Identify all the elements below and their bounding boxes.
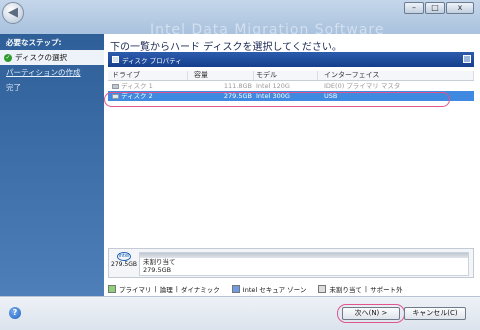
legend-dynamic: ダイナミック	[180, 286, 220, 294]
instruction-text: 下の一覧からハード ディスクを選択してください。	[110, 42, 342, 53]
table-row[interactable]: ディスク 1 111.8GB Intel 120G IDE(0) プライマリ マ…	[108, 81, 474, 91]
partition-map: intel 279.5GB 未割り当て 279.5GB	[108, 248, 474, 278]
disk-properties-header[interactable]: ディスク プロパティ	[108, 52, 474, 67]
next-button[interactable]: 次へ(N) >	[342, 307, 400, 320]
legend-separator: |	[154, 285, 157, 293]
steps-sidebar: 必要なステップ: ✓ ディスクの選択 パーティションの作成 完了	[0, 34, 104, 296]
intel-disk-icon: intel	[117, 252, 131, 261]
main-content: 下の一覧からハード ディスクを選択してください。 ディスク プロパティ ドライブ…	[104, 34, 480, 296]
maximize-button[interactable]: □	[425, 2, 445, 14]
unallocated-swatch-icon	[318, 285, 327, 293]
legend-unallocated: 未割り当て	[329, 286, 362, 294]
partition-size: 279.5GB	[143, 266, 172, 274]
panel-title: ディスク プロパティ	[122, 56, 182, 65]
column-drive[interactable]: ドライブ	[108, 71, 188, 80]
drive-name: ディスク 1	[121, 82, 153, 90]
unallocated-partition[interactable]: 未割り当て 279.5GB	[139, 252, 469, 276]
column-capacity[interactable]: 容量	[188, 71, 254, 80]
drive-cell: ディスク 1	[108, 81, 188, 91]
legend-separator: |	[175, 285, 178, 293]
step-select-disk: ✓ ディスクの選択	[0, 50, 104, 65]
help-icon[interactable]: ?	[9, 307, 21, 319]
window-controls: – □ x	[404, 2, 474, 14]
table-header: ドライブ 容量 モデル インターフェイス	[108, 71, 474, 81]
disk-properties-icon	[112, 56, 119, 63]
legend-intel-secure: Intel セキュア ゾーン	[242, 286, 307, 294]
back-arrow-icon[interactable]: ◀	[2, 2, 24, 24]
disk-size: 279.5GB	[111, 261, 137, 268]
intel-secure-swatch-icon	[231, 285, 240, 293]
legend-separator: |	[364, 285, 368, 293]
minimize-button[interactable]: –	[404, 2, 424, 14]
cancel-button[interactable]: キャンセル(C)	[404, 307, 466, 320]
footer-bar: ? 次へ(N) > キャンセル(C)	[0, 296, 480, 330]
current-step-icon: ✓	[4, 53, 12, 62]
model-cell: Intel 120G	[256, 82, 290, 90]
step-create-partition[interactable]: パーティションの作成	[0, 65, 104, 80]
panel-maximize-icon[interactable]	[463, 55, 471, 63]
legend-logical: 論理	[159, 286, 173, 294]
capacity-cell: 111.8GB	[223, 82, 252, 90]
step-label: ディスクの選択	[15, 53, 67, 62]
partition-label: 未割り当て	[143, 258, 176, 266]
hard-disk-icon	[112, 83, 119, 89]
close-button[interactable]: x	[446, 2, 474, 14]
step-finish: 完了	[6, 83, 21, 92]
legend-unsupported: サポート外	[370, 286, 403, 294]
column-interface[interactable]: インターフェイス	[318, 71, 474, 80]
interface-cell: IDE(0) プライマリ マスタ	[324, 82, 401, 90]
disk-summary: intel 279.5GB	[111, 251, 137, 275]
column-model[interactable]: モデル	[254, 71, 318, 80]
steps-header: 必要なステップ:	[6, 38, 62, 47]
primary-swatch-icon	[108, 285, 116, 293]
title-bar: ◀ Intel Data Migration Software – □ x	[0, 0, 480, 38]
selection-highlight	[104, 92, 450, 107]
legend-primary: プライマリ	[119, 286, 152, 294]
partition-legend: プライマリ | 論理 | ダイナミック Intel セキュア ゾーン 未割り当て…	[108, 284, 403, 294]
